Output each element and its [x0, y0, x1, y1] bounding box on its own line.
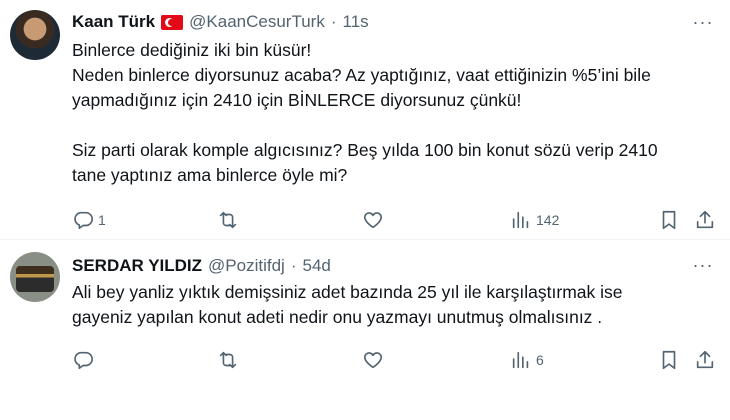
- tweet-text: Binlerce dediğiniz iki bin küsür! Neden …: [72, 38, 712, 188]
- text-line: Ali bey yanliz yıktık demişsiniz adet ba…: [72, 282, 623, 302]
- retweet-icon: [219, 351, 237, 369]
- retweet-button[interactable]: [217, 345, 243, 375]
- retweet-button[interactable]: [217, 205, 243, 235]
- share-icon: [696, 210, 714, 229]
- reply-count: 1: [98, 212, 106, 228]
- author-handle[interactable]: @Pozitifdj: [208, 256, 285, 276]
- text-line: Binlerce dediğiniz iki bin küsür!: [72, 40, 312, 60]
- like-button[interactable]: [362, 205, 388, 235]
- author-handle[interactable]: @KaanCesurTurk: [189, 12, 325, 32]
- view-count: 142: [536, 212, 560, 228]
- bookmark-button[interactable]: [658, 205, 680, 235]
- avatar[interactable]: [10, 10, 60, 60]
- like-button[interactable]: [362, 345, 388, 375]
- views-button[interactable]: 6: [510, 345, 544, 375]
- views-icon: [512, 351, 529, 369]
- turkey-flag-icon: [161, 14, 184, 30]
- text-line: yapmadığınız için 2410 için BİNLERCE diy…: [72, 90, 522, 110]
- tweet-header: Kaan Türk @KaanCesurTurk · 11s: [72, 12, 369, 32]
- reply-button[interactable]: 1: [72, 205, 106, 235]
- bookmark-button[interactable]: [658, 345, 680, 375]
- tweet-header: SERDAR YILDIZ @Pozitifdj · 54d: [72, 256, 331, 276]
- heart-icon: [363, 352, 383, 369]
- action-bar: 6: [62, 345, 722, 375]
- reply-icon: [74, 211, 93, 230]
- tweet-text: Ali bey yanliz yıktık demişsiniz adet ba…: [72, 280, 712, 330]
- share-button[interactable]: [694, 205, 716, 235]
- separator: ·: [330, 12, 337, 31]
- avatar[interactable]: [10, 252, 60, 302]
- timestamp[interactable]: 11s: [343, 12, 369, 32]
- views-button[interactable]: 142: [510, 205, 559, 235]
- separator: ·: [290, 256, 297, 275]
- reply-button[interactable]: [72, 345, 98, 375]
- action-bar: 1 142: [62, 205, 722, 235]
- tweet[interactable]: SERDAR YILDIZ @Pozitifdj · 54d ··· Ali b…: [0, 240, 730, 420]
- tweet[interactable]: Kaan Türk @KaanCesurTurk · 11s ··· Binle…: [0, 0, 730, 240]
- bookmark-icon: [662, 350, 676, 370]
- text-line: Neden binlerce diyorsunuz acaba? Az yapt…: [72, 65, 651, 85]
- timestamp[interactable]: 54d: [303, 256, 331, 276]
- text-line: Siz parti olarak komple algıcısınız? Beş…: [72, 140, 658, 160]
- author-name[interactable]: Kaan Türk: [72, 12, 155, 32]
- reply-icon: [74, 351, 93, 370]
- share-button[interactable]: [694, 345, 716, 375]
- retweet-icon: [219, 211, 237, 229]
- more-dots-icon[interactable]: ···: [690, 12, 716, 32]
- view-count: 6: [536, 352, 544, 368]
- text-line: tane yaptınız ama binlerce öyle mi?: [72, 165, 348, 185]
- more-dots-icon[interactable]: ···: [690, 255, 716, 275]
- author-name[interactable]: SERDAR YILDIZ: [72, 256, 202, 276]
- share-icon: [696, 350, 714, 369]
- text-line: gayeniz yapılan konut adeti nedir onu ya…: [72, 307, 603, 327]
- heart-icon: [363, 212, 383, 229]
- bookmark-icon: [662, 210, 676, 230]
- views-icon: [512, 211, 529, 229]
